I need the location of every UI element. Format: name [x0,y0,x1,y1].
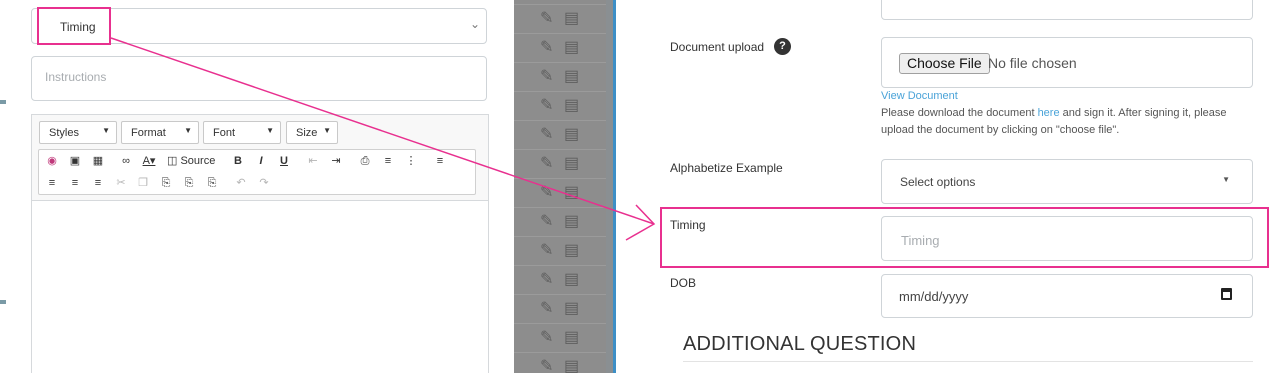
arrow-line [110,37,655,225]
annotation-arrow [110,37,656,241]
